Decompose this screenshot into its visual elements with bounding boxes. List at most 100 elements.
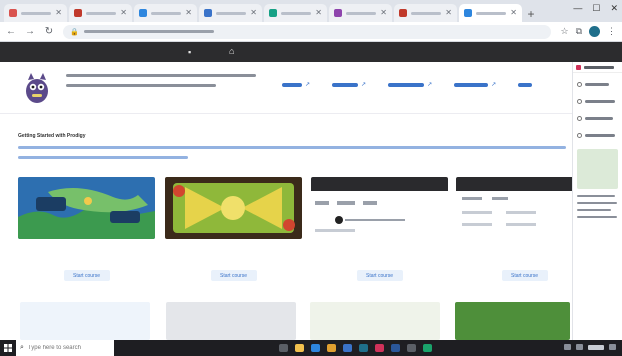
windows-logo-icon [4, 344, 12, 352]
minimize-icon[interactable]: — [573, 3, 582, 14]
tab-title [476, 11, 507, 15]
close-icon[interactable]: ✕ [185, 9, 192, 17]
game-icon [577, 132, 582, 138]
back-arrow-icon[interactable]: ← [6, 26, 16, 37]
tab-title [411, 11, 442, 15]
profile-avatar[interactable] [589, 26, 600, 37]
browser-tab[interactable]: ✕ [134, 4, 197, 22]
close-icon[interactable]: ✕ [315, 9, 322, 17]
side-panel-item[interactable] [573, 129, 622, 141]
course-card: Start course [165, 177, 302, 281]
home-icon[interactable]: ⌂ [229, 46, 234, 56]
star-icon[interactable]: ☆ [560, 26, 568, 37]
tab-strip: ✕ ✕ ✕ ✕ ✕ ✕ ✕ ✕ + — ☐ ✕ [0, 0, 622, 22]
clock[interactable] [588, 344, 604, 350]
notifications-icon[interactable] [609, 344, 616, 350]
tab-title [86, 11, 117, 15]
file-explorer-icon[interactable] [295, 344, 304, 352]
windows-taskbar: ⌕ [0, 340, 622, 356]
browser-tab[interactable]: ✕ [394, 4, 457, 22]
edge-icon[interactable] [311, 344, 320, 352]
classes-icon [577, 115, 582, 121]
dashboard-thumbnail[interactable] [311, 177, 448, 239]
start-course-button[interactable]: Start course [210, 270, 257, 281]
nav-link-label [332, 82, 359, 87]
course-card: Start course [456, 177, 572, 281]
address-input[interactable]: 🔒 [63, 24, 552, 39]
chrome-icon[interactable] [359, 344, 368, 352]
close-icon[interactable]: ✕ [250, 9, 257, 17]
forward-arrow-icon[interactable]: → [25, 26, 35, 37]
start-course-button[interactable]: Start course [501, 270, 548, 281]
section-title: Getting Started with Prodigy [18, 133, 86, 139]
app-icon[interactable] [375, 344, 384, 352]
search-icon: ⌕ [20, 344, 24, 351]
volume-icon[interactable] [576, 344, 583, 350]
close-icon[interactable]: ✕ [510, 9, 517, 17]
browser-tab[interactable]: ✕ [199, 4, 262, 22]
new-tab-button[interactable]: + [524, 8, 538, 22]
task-view-icon[interactable] [279, 344, 288, 352]
start-course-button[interactable]: Start course [356, 270, 403, 281]
course-preview[interactable] [166, 302, 296, 340]
side-panel-item[interactable] [573, 112, 622, 124]
browser-tab[interactable]: ✕ [264, 4, 327, 22]
folder-icon[interactable] [327, 344, 336, 352]
taskbar-apps [279, 344, 432, 352]
game-arena-thumbnail[interactable] [165, 177, 302, 239]
nav-link[interactable] [518, 81, 533, 88]
side-panel-item-label [585, 133, 615, 137]
course-preview[interactable] [310, 302, 440, 340]
close-icon[interactable]: ✕ [55, 9, 62, 17]
nav-link-label [518, 82, 533, 87]
pin-icon[interactable]: ▪ [188, 47, 191, 57]
window-controls: — ☐ ✕ [573, 3, 618, 14]
world-map-thumbnail[interactable] [18, 177, 155, 239]
side-panel-text [573, 189, 622, 218]
side-panel-card[interactable] [577, 149, 618, 189]
browser-tab[interactable]: ✕ [329, 4, 392, 22]
side-panel-line [577, 202, 617, 204]
nav-link-label [282, 82, 302, 87]
app-icon[interactable] [407, 344, 416, 352]
course-preview[interactable] [20, 302, 150, 340]
tab-title [216, 11, 247, 15]
app-icon[interactable] [423, 344, 432, 352]
intro-line [66, 84, 216, 87]
nav-link[interactable]: ↗ [332, 81, 366, 88]
course-preview[interactable] [455, 302, 570, 340]
word-icon[interactable] [391, 344, 400, 352]
start-course-button[interactable]: Start course [63, 270, 110, 281]
side-panel-favicon-icon [576, 64, 581, 70]
side-panel-item[interactable] [573, 78, 622, 90]
menu-icon[interactable]: ⋮ [607, 26, 616, 37]
nav-link-label [454, 82, 489, 87]
tab-title [346, 11, 377, 15]
close-icon[interactable]: ✕ [380, 9, 387, 17]
extensions-icon[interactable]: ⧉ [576, 26, 582, 37]
browser-tab[interactable]: ✕ [4, 4, 67, 22]
close-icon[interactable]: ✕ [445, 9, 452, 17]
close-window-icon[interactable]: ✕ [610, 3, 618, 14]
side-panel [572, 62, 622, 340]
taskbar-search[interactable]: ⌕ [16, 340, 114, 356]
reload-icon[interactable]: ↻ [44, 26, 54, 37]
course-title [18, 251, 155, 258]
settings-thumbnail[interactable] [456, 177, 572, 239]
nav-link[interactable]: ↗ [388, 81, 432, 88]
maximize-icon[interactable]: ☐ [592, 3, 600, 14]
taskbar-search-input[interactable] [27, 345, 108, 351]
address-bar-row: ← → ↻ 🔒 ☆ ⧉ ⋮ [0, 22, 622, 42]
side-panel-item[interactable] [573, 95, 622, 107]
network-icon[interactable] [564, 344, 571, 350]
nav-link[interactable]: ↗ [282, 81, 310, 88]
nav-link[interactable]: ↗ [454, 81, 496, 88]
windows-start-button[interactable] [0, 340, 16, 356]
browser-tab[interactable]: ✕ [69, 4, 132, 22]
store-icon[interactable] [343, 344, 352, 352]
browser-tab-active[interactable]: ✕ [459, 4, 522, 22]
close-icon[interactable]: ✕ [120, 9, 127, 17]
tab-favicon-icon [334, 9, 342, 17]
tab-favicon-icon [399, 9, 407, 17]
system-tray [564, 344, 616, 350]
